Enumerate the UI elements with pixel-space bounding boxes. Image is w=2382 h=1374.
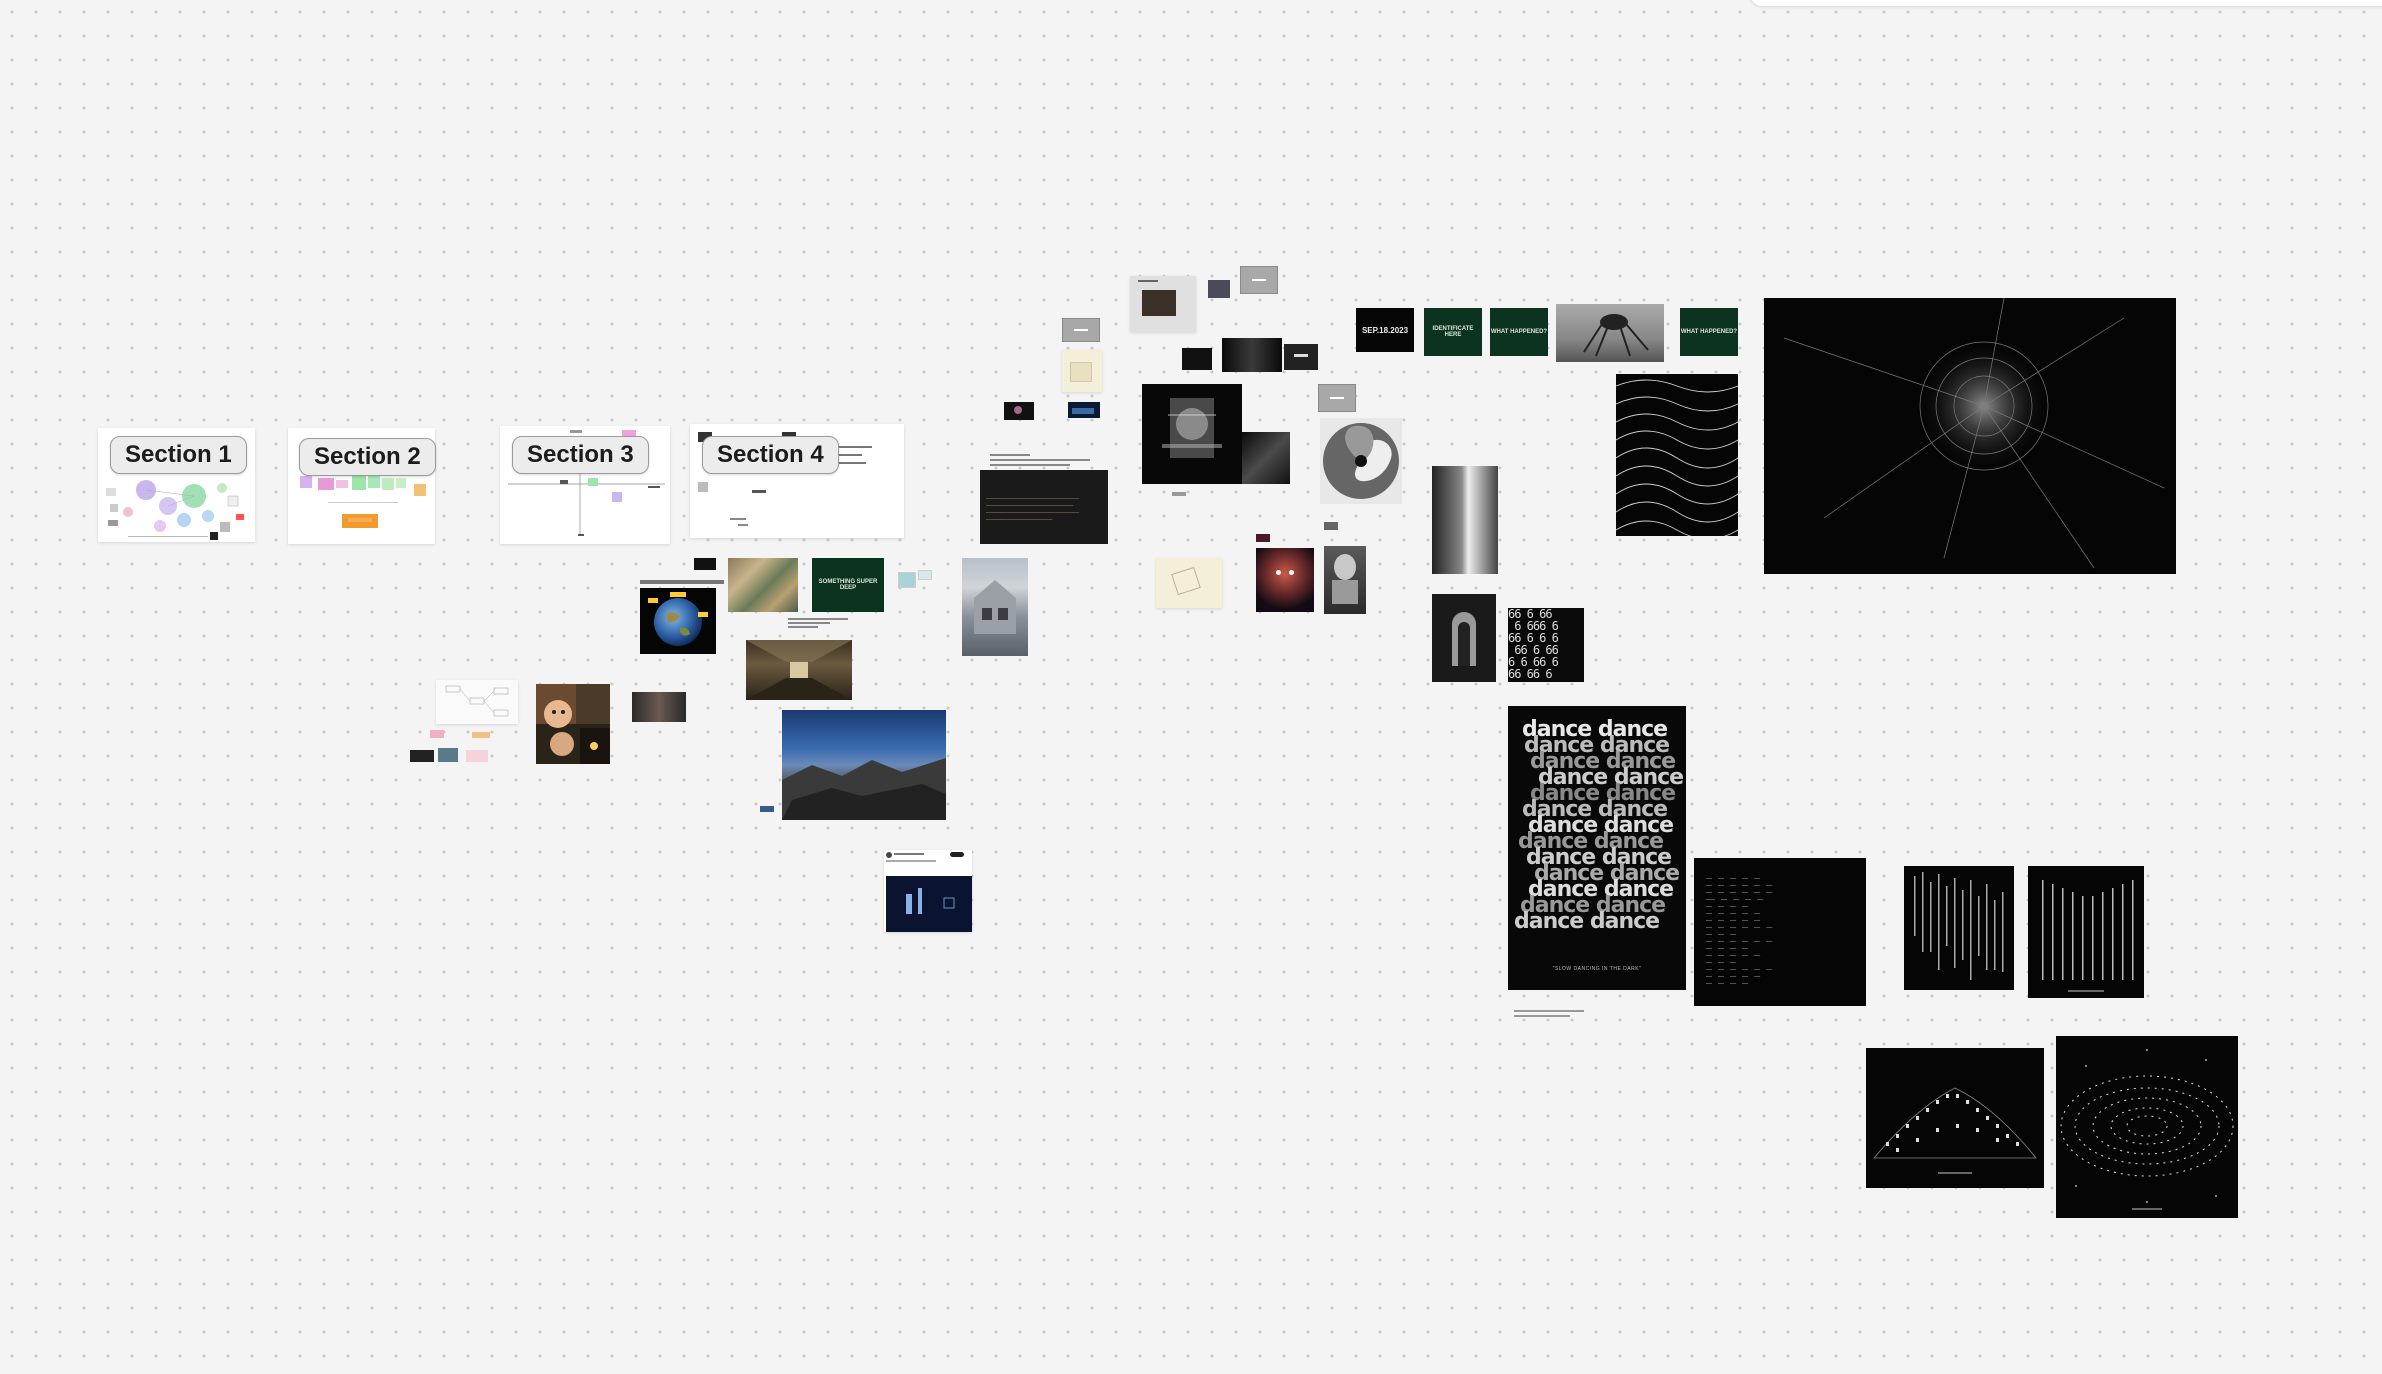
maple-leaves-photo[interactable] (728, 558, 798, 612)
ruins-shape (782, 758, 946, 820)
flowchart-shape (445, 685, 509, 717)
numbers-pattern: 66 6 66 6 666 6 66 6 6 6 66 6 66 6 6 66 … (1508, 608, 1559, 681)
social-post-card[interactable] (884, 850, 972, 932)
section-3-label[interactable]: Section 3 (512, 436, 649, 474)
dark-face-photo[interactable] (1242, 432, 1290, 484)
grey-chip-1[interactable] (1062, 318, 1100, 342)
spider-creature-photo[interactable] (1556, 304, 1664, 362)
spiral-galaxy-image[interactable] (2056, 1036, 2238, 1218)
earth-infographic-image[interactable] (640, 588, 716, 654)
night-graphic (906, 888, 955, 914)
glitch-face-photo[interactable] (1142, 384, 1242, 484)
portrait-shape (536, 684, 610, 764)
dance-poster[interactable]: dance dance dance dance dance dance danc… (1508, 706, 1686, 990)
mini-cards-group[interactable] (896, 562, 936, 590)
green-card-3-text: WHAT HAPPENED? (1680, 329, 1738, 335)
numbers-pattern-image[interactable]: 66 6 66 6 666 6 66 6 6 6 66 6 66 6 6 66 … (1508, 608, 1584, 682)
text-snippet (990, 454, 1090, 468)
hand-photo-thumb[interactable] (632, 692, 686, 722)
wavy-lines (1616, 379, 1738, 536)
arch-doorway-photo[interactable] (1432, 594, 1496, 682)
glowing-eyes-portrait[interactable] (1256, 548, 1314, 612)
small-dark-card[interactable] (1182, 348, 1212, 370)
train-interior-photo[interactable] (746, 640, 852, 700)
date-card-text: SEP.18.2023 (1361, 325, 1409, 335)
green-card-3[interactable]: WHAT HAPPENED? (1680, 308, 1738, 356)
tiny-dark-thumb-2[interactable] (1068, 402, 1100, 418)
twirl-icon (1323, 423, 1399, 499)
green-card-2[interactable]: WHAT HAPPENED? (1490, 308, 1548, 356)
dark-chip-grey[interactable] (1284, 344, 1318, 370)
house-shape (974, 580, 1016, 634)
grey-chip-2[interactable] (1240, 266, 1278, 294)
section-4-label[interactable]: Section 4 (702, 436, 839, 474)
dark-text-panel[interactable]: ——————————————————————————————— ————————… (980, 470, 1108, 544)
spider-web (1783, 298, 2165, 569)
green-poster[interactable]: SOMETHING SUPER DEEP (812, 558, 884, 612)
dark-room-photo[interactable] (1222, 338, 1282, 372)
spider-shape (1583, 314, 1649, 357)
curved-building (1873, 1087, 2037, 1174)
grey-chip-3[interactable] (1318, 384, 1356, 412)
dance-caption: "SLOW DANCING IN THE DARK" (1552, 966, 1642, 972)
twirl-illusion-image[interactable] (1320, 418, 1402, 504)
curved-building-image[interactable] (1866, 1048, 2044, 1188)
micro-caption (1172, 492, 1186, 496)
sketch-box-card[interactable] (1156, 558, 1222, 608)
train-caption (788, 618, 848, 632)
ruins-sky-photo[interactable] (782, 710, 946, 820)
green-card-1[interactable]: IDENTIFICATE HERE (1424, 308, 1482, 356)
glitch-face (1162, 398, 1222, 458)
tiny-red-chip[interactable] (1256, 534, 1270, 542)
framed-photo-card[interactable] (1130, 276, 1196, 332)
bust-sculpture-photo[interactable] (1324, 546, 1366, 614)
earth-globe-icon (648, 592, 708, 646)
tiny-dark-thumb-1[interactable] (1004, 402, 1034, 420)
falling-dots-2 (2042, 880, 2134, 992)
spider-web-photo[interactable] (1764, 298, 2176, 574)
dark-corridor-photo[interactable] (1432, 466, 1498, 574)
child-portrait-collage[interactable] (536, 684, 610, 764)
poem-text-image[interactable]: —— —— —— —— —— —— —— —— —— —— —— —— —— —… (1694, 858, 1866, 1006)
abandoned-house-photo[interactable] (962, 558, 1028, 656)
dance-note (1514, 1010, 1584, 1024)
top-toolbar-edge (1750, 0, 2382, 6)
section-1-label[interactable]: Section 1 (110, 436, 247, 474)
dark-text-lines: ——————————————————————————————— ————————… (986, 496, 1080, 523)
tiny-grey-chip[interactable] (1324, 522, 1338, 530)
tiny-blue-chip[interactable] (760, 806, 774, 812)
small-dark-thumb[interactable] (694, 558, 716, 570)
green-card-2-text: WHAT HAPPENED? (1490, 329, 1548, 335)
green-card-1-text: IDENTIFICATE HERE (1432, 326, 1474, 338)
whiteboard-canvas[interactable]: Section 1 Section 2 Section 3 Section 4 … (0, 0, 2382, 1374)
dance-word-13: dance dance (1514, 909, 1660, 934)
green-poster-text: SOMETHING SUPER DEEP (818, 579, 878, 591)
tiny-photo-thumb[interactable] (1208, 280, 1230, 298)
flowchart-card[interactable] (436, 680, 518, 724)
cream-doc-card[interactable] (1062, 350, 1102, 392)
section-2-label[interactable]: Section 2 (299, 438, 436, 476)
train-perspective (746, 640, 852, 700)
spiral-galaxy (2060, 1049, 2234, 1210)
earth-caption (640, 580, 724, 584)
mini-cluster[interactable] (410, 728, 494, 766)
falling-dots-image-2[interactable] (2028, 866, 2144, 998)
falling-dots-image-1[interactable] (1904, 866, 2014, 990)
falling-dots-1 (1914, 872, 2004, 980)
poem-lines: —— —— —— —— —— —— —— —— —— —— —— —— —— —… (1706, 876, 1773, 987)
date-card[interactable]: SEP.18.2023 (1356, 308, 1414, 352)
wavy-lines-image[interactable] (1616, 374, 1738, 536)
